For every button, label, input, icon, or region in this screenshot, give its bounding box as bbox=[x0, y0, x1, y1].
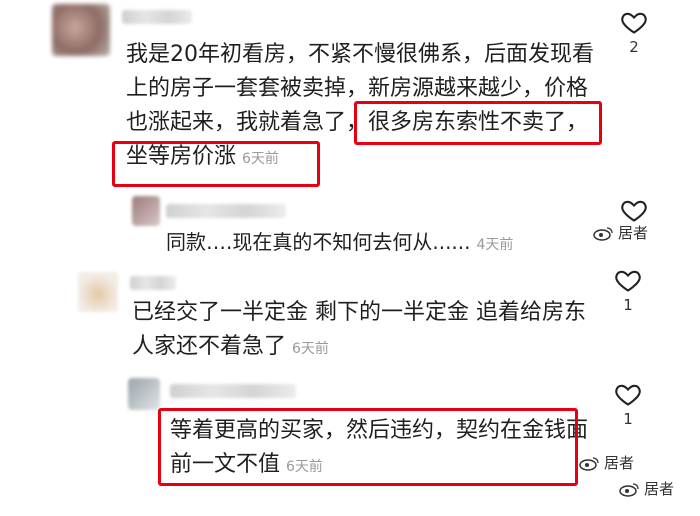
comment-text: 同款….现在真的不知何去何从...... 4天前 bbox=[166, 226, 513, 261]
avatar[interactable] bbox=[78, 272, 118, 312]
weibo-logo-icon bbox=[579, 456, 599, 471]
comment-text: 人家还不着急了 6天前 bbox=[132, 330, 329, 366]
highlight-box bbox=[112, 141, 320, 187]
heart-icon[interactable] bbox=[620, 8, 648, 36]
username[interactable] bbox=[166, 204, 286, 218]
comment-body: 同款….现在真的不知何去何从...... bbox=[166, 230, 471, 254]
comment-time: 6天前 bbox=[292, 341, 329, 357]
like-count: 1 bbox=[623, 296, 633, 314]
watermark: 居者 bbox=[592, 222, 648, 243]
avatar[interactable] bbox=[128, 378, 160, 410]
heart-icon[interactable] bbox=[620, 196, 648, 224]
avatar[interactable] bbox=[52, 4, 110, 56]
comment-text: 已经交了一半定金 剩下的一半定金 追着给房东 bbox=[132, 300, 586, 325]
heart-icon[interactable] bbox=[614, 380, 642, 408]
weibo-logo-icon bbox=[593, 226, 613, 241]
comment-time: 4天前 bbox=[476, 237, 514, 253]
watermark-label: 居者 bbox=[604, 454, 635, 472]
highlight-box bbox=[354, 101, 602, 145]
comment-body: 人家还不着急了 bbox=[132, 334, 287, 359]
like-count: 2 bbox=[629, 38, 639, 56]
highlight-box bbox=[158, 408, 578, 486]
watermark-label: 居者 bbox=[618, 224, 649, 242]
username[interactable] bbox=[130, 276, 176, 290]
username[interactable] bbox=[170, 384, 296, 398]
weibo-logo-icon bbox=[619, 482, 639, 497]
heart-icon[interactable] bbox=[614, 266, 642, 294]
watermark: 居者 bbox=[578, 452, 634, 473]
like-count: 1 bbox=[623, 410, 633, 428]
watermark: 居者 bbox=[618, 478, 674, 499]
comment-text: 我是20年初看房，不紧不慢很佛系，后面发现看 bbox=[126, 42, 594, 67]
avatar[interactable] bbox=[132, 196, 160, 226]
watermark-label: 居者 bbox=[644, 480, 675, 498]
username[interactable] bbox=[122, 10, 192, 24]
